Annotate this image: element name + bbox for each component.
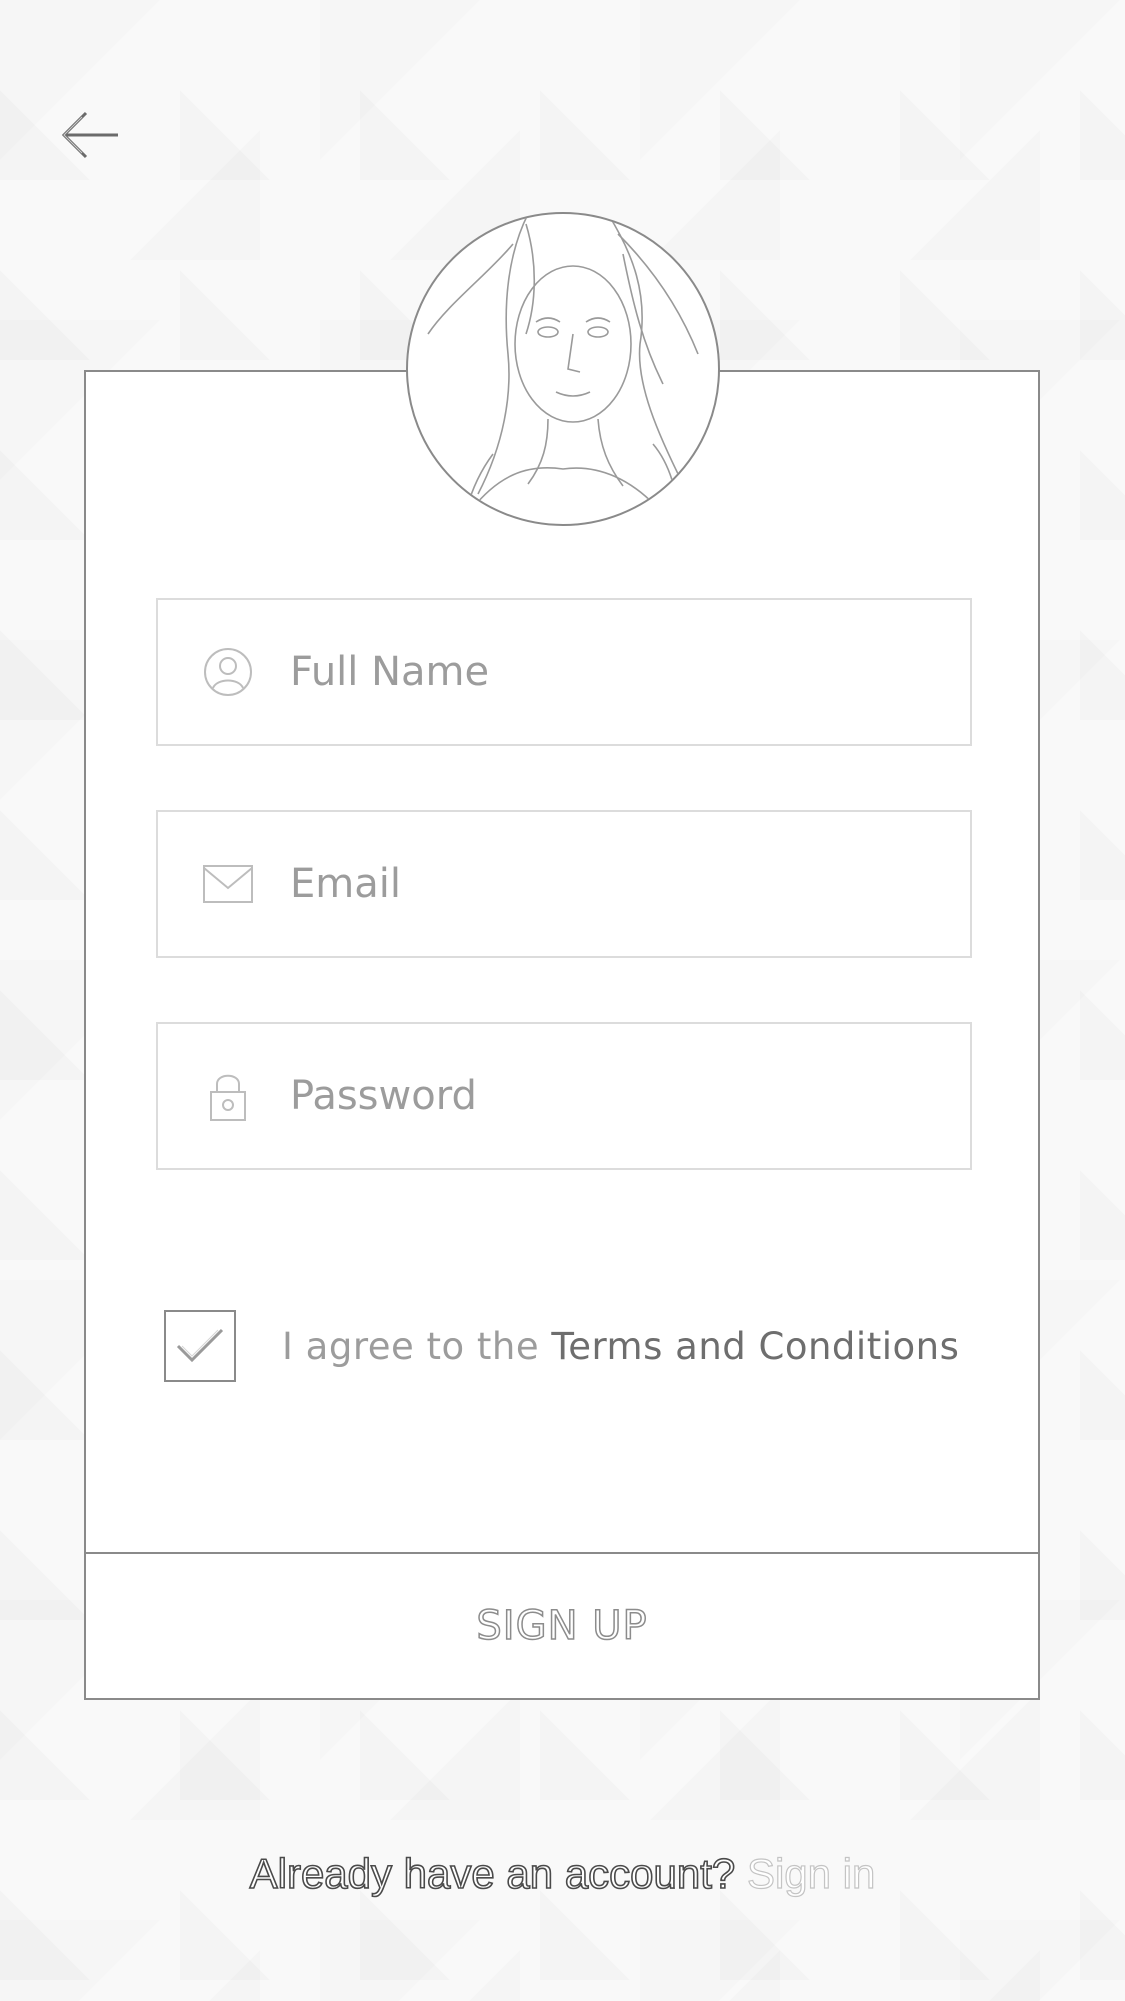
password-input[interactable] bbox=[290, 1073, 930, 1119]
checkmark-icon bbox=[176, 1328, 224, 1363]
full-name-field[interactable] bbox=[156, 598, 972, 746]
full-name-input[interactable] bbox=[290, 649, 930, 695]
terms-agreement: I agree to the Terms and Conditions bbox=[164, 1310, 959, 1382]
sign-in-prompt: Already have an account? Sign in bbox=[0, 1849, 1125, 1898]
portrait-avatar bbox=[427, 214, 699, 524]
terms-link[interactable]: Terms and Conditions bbox=[551, 1325, 959, 1368]
user-icon bbox=[202, 646, 254, 698]
password-field[interactable] bbox=[156, 1022, 972, 1170]
lock-icon bbox=[202, 1070, 254, 1122]
terms-prefix: I agree to the bbox=[282, 1324, 552, 1368]
arrow-left-icon bbox=[61, 111, 118, 159]
terms-label: I agree to the Terms and Conditions bbox=[282, 1325, 959, 1368]
sign-up-button[interactable]: SIGN UP bbox=[86, 1554, 1038, 1698]
mail-icon bbox=[202, 858, 254, 910]
sign-in-link[interactable]: Sign in bbox=[746, 1849, 876, 1897]
email-input[interactable] bbox=[290, 861, 930, 907]
back-button[interactable] bbox=[50, 100, 130, 170]
signup-screen: I agree to the Terms and Conditions SIGN… bbox=[0, 0, 1125, 2001]
sign-in-prompt-text: Already have an account? bbox=[249, 1849, 747, 1898]
terms-checkbox[interactable] bbox=[164, 1310, 236, 1382]
email-field[interactable] bbox=[156, 810, 972, 958]
avatar[interactable] bbox=[406, 212, 720, 526]
